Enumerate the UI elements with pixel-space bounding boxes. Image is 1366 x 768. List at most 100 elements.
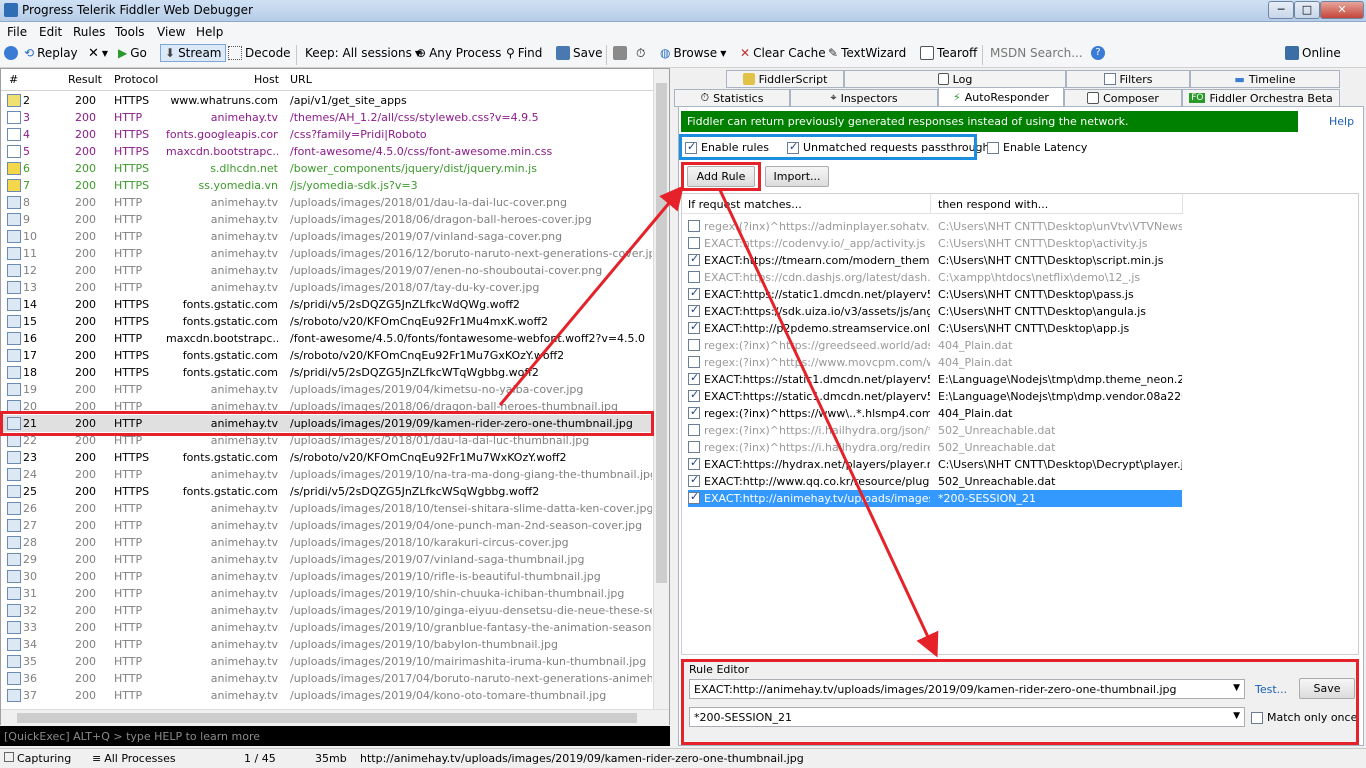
col-url[interactable]: URL [290, 73, 312, 86]
session-row[interactable]: 33 200 HTTP animehay.tv/uploads/images/2019… [1, 619, 653, 636]
rule-row[interactable]: EXACT:https://cdn.dashjs.org/latest/dash… [688, 269, 1182, 286]
maximize-button[interactable]: □ [1294, 1, 1320, 19]
rule-row[interactable]: regex:(?inx)^https://i.hailhydra.org/jso… [688, 422, 1182, 439]
session-row[interactable]: 19 200 HTTP animehay.tv/uploads/images/2019… [1, 381, 653, 398]
rule-row[interactable]: regex:(?inx)^https://www.movcpm.com/wa..… [688, 354, 1182, 371]
save-toolbar-button[interactable]: Save [556, 46, 602, 60]
col-respond[interactable]: then respond with... [938, 198, 1048, 211]
rule-row[interactable]: EXACT:https://codenvy.io/_app/activity.j… [688, 235, 1182, 252]
rule-enabled-checkbox[interactable] [688, 405, 700, 419]
session-row[interactable]: 8 200 HTTP animehay.tv/uploads/images/2018/… [1, 194, 653, 211]
help-link[interactable]: Help [1329, 115, 1354, 128]
scroll-thumb[interactable] [656, 83, 667, 583]
session-row[interactable]: 14 200 HTTPS fonts.gstatic.com/s/pridi/v5/2… [1, 296, 653, 313]
rule-row[interactable]: EXACT:https://hydrax.net/players/player.… [688, 456, 1182, 473]
browse-button[interactable]: ◍ Browse ▼ [660, 46, 726, 60]
rule-enabled-checkbox[interactable] [688, 388, 700, 402]
session-row[interactable]: 3 200 HTTP animehay.tv/themes/AH_1.2/all/cs… [1, 109, 653, 126]
rule-enabled-checkbox[interactable] [688, 456, 700, 470]
session-row[interactable]: 4 200 HTTPS fonts.googleapis.com/css?family… [1, 126, 653, 143]
rule-enabled-checkbox[interactable] [688, 237, 700, 249]
session-row[interactable]: 6 200 HTTPS s.dlhcdn.net/bower_components/j… [1, 160, 653, 177]
menu-view[interactable]: View [157, 25, 185, 39]
session-row[interactable]: 31 200 HTTP animehay.tv/uploads/images/2019… [1, 585, 653, 602]
remove-button[interactable]: ✕ ▼ [88, 46, 108, 61]
rule-enabled-checkbox[interactable] [688, 339, 700, 351]
menu-rules[interactable]: Rules [73, 25, 105, 39]
session-row[interactable]: 12 200 HTTP animehay.tv/uploads/images/2019… [1, 262, 653, 279]
sessions-vertical-scrollbar[interactable] [653, 69, 669, 709]
rule-row[interactable]: regex:(?inx)^https://www\..*.hlsmp4.com/… [688, 405, 1182, 422]
session-row[interactable]: 10 200 HTTP animehay.tv/uploads/images/2019… [1, 228, 653, 245]
rule-enabled-checkbox[interactable] [688, 286, 700, 300]
rule-enabled-checkbox[interactable] [688, 441, 700, 453]
session-row[interactable]: 7 200 HTTPS ss.yomedia.vn/js/yomedia-sdk.js… [1, 177, 653, 194]
any-process-button[interactable]: ⊕ Any Process [416, 46, 501, 60]
tab-filters[interactable]: Filters [1066, 70, 1190, 88]
tab-fiddler-orchestra[interactable]: FO Fiddler Orchestra Beta [1182, 89, 1340, 107]
minimize-button[interactable]: ─ [1268, 1, 1294, 19]
col-result[interactable]: Result [68, 73, 102, 86]
session-row[interactable]: 34 200 HTTP animehay.tv/uploads/images/2019… [1, 636, 653, 653]
menu-help[interactable]: Help [196, 25, 223, 39]
rule-enabled-checkbox[interactable] [688, 220, 700, 232]
tab-fiddlerscript[interactable]: FiddlerScript [726, 70, 844, 88]
session-row[interactable]: 26 200 HTTP animehay.tv/uploads/images/2018… [1, 500, 653, 517]
clear-cache-button[interactable]: ✕ Clear Cache [740, 46, 826, 60]
rule-row[interactable]: regex:(?inx)^https://i.hailhydra.org/red… [688, 439, 1182, 456]
session-row[interactable]: 28 200 HTTP animehay.tv/uploads/images/2018… [1, 534, 653, 551]
rule-enabled-checkbox[interactable] [688, 356, 700, 368]
session-row[interactable]: 16 200 HTTP maxcdn.bootstrapc... /font-aweso… [1, 330, 653, 347]
col-match[interactable]: If request matches... [688, 198, 802, 211]
enable-latency-checkbox[interactable]: Enable Latency [987, 141, 1087, 154]
session-row[interactable]: 23 200 HTTPS fonts.gstatic.com/s/roboto/v20… [1, 449, 653, 466]
session-row[interactable]: 35 200 HTTP animehay.tv/uploads/images/2019… [1, 653, 653, 670]
rule-row[interactable]: EXACT:https://static1.dmcdn.net/playerv5… [688, 388, 1182, 405]
menu-edit[interactable]: Edit [39, 25, 62, 39]
replay-button[interactable]: ⟲ Replay [24, 46, 78, 60]
rule-enabled-checkbox[interactable] [688, 371, 700, 385]
rule-enabled-checkbox[interactable] [688, 252, 700, 266]
rule-enabled-checkbox[interactable] [688, 271, 700, 283]
process-filter-status[interactable]: ≡ All Processes [92, 752, 176, 765]
close-button[interactable]: ✕ [1320, 1, 1364, 19]
rule-row[interactable]: regex:(?inx)^https://greedseed.world/ads… [688, 337, 1182, 354]
tab-composer[interactable]: Composer [1064, 89, 1182, 107]
rule-row[interactable]: EXACT:https://static1.dmcdn.net/playerv5… [688, 286, 1182, 303]
col-num[interactable]: # [9, 73, 18, 86]
rule-row[interactable]: EXACT:https://static1.dmcdn.net/playerv5… [688, 371, 1182, 388]
session-row[interactable]: 37 200 HTTP animehay.tv/uploads/images/2019… [1, 687, 653, 704]
capturing-status[interactable]: Capturing [4, 752, 71, 765]
find-button[interactable]: ⚲ Find [506, 46, 542, 60]
quickexec-input[interactable]: [QuickExec] ALT+Q > type HELP to learn m… [0, 726, 670, 746]
session-row[interactable]: 29 200 HTTP animehay.tv/uploads/images/2019… [1, 551, 653, 568]
session-row[interactable]: 9 200 HTTP animehay.tv/uploads/images/2018/… [1, 211, 653, 228]
tab-statistics[interactable]: ⏱ Statistics [674, 89, 790, 107]
textwizard-button[interactable]: ✎ TextWizard [828, 46, 906, 60]
session-row[interactable]: 15 200 HTTPS fonts.gstatic.com/s/roboto/v20… [1, 313, 653, 330]
scroll-thumb[interactable] [17, 713, 637, 723]
tearoff-button[interactable]: Tearoff [920, 46, 977, 60]
col-host[interactable]: Host [254, 73, 279, 86]
session-row[interactable]: 24 200 HTTP animehay.tv/uploads/images/2019… [1, 466, 653, 483]
rule-enabled-checkbox[interactable] [688, 303, 700, 317]
screenshot-button[interactable] [613, 46, 627, 60]
session-row[interactable]: 30 200 HTTP animehay.tv/uploads/images/2019… [1, 568, 653, 585]
keep-sessions-dropdown[interactable]: Keep: All sessions ▼ [305, 46, 421, 60]
menu-file[interactable]: File [7, 25, 27, 39]
rule-enabled-checkbox[interactable] [688, 490, 700, 504]
rule-enabled-checkbox[interactable] [688, 424, 700, 436]
col-protocol[interactable]: Protocol [114, 73, 158, 86]
session-row[interactable]: 17 200 HTTPS fonts.gstatic.com/s/roboto/v20… [1, 347, 653, 364]
import-button[interactable]: Import... [765, 166, 829, 187]
msdn-search-input[interactable]: MSDN Search... [990, 46, 1083, 60]
tab-timeline[interactable]: ▬ Timeline [1190, 70, 1340, 88]
rule-row[interactable]: EXACT:http://animehay.tv/uploads/images/… [688, 490, 1182, 507]
rule-enabled-checkbox[interactable] [688, 320, 700, 334]
tab-inspectors[interactable]: ⌖ Inspectors [790, 89, 938, 107]
session-row[interactable]: 32 200 HTTP animehay.tv/uploads/images/2019… [1, 602, 653, 619]
rule-row[interactable]: EXACT:http://www.qq.co.kr/resource/plugi… [688, 473, 1182, 490]
session-row[interactable]: 25 200 HTTPS fonts.gstatic.com/s/pridi/v5/2… [1, 483, 653, 500]
tab-autoresponder[interactable]: ⚡ AutoResponder [938, 87, 1064, 108]
session-row[interactable]: 13 200 HTTP animehay.tv/uploads/images/2018… [1, 279, 653, 296]
